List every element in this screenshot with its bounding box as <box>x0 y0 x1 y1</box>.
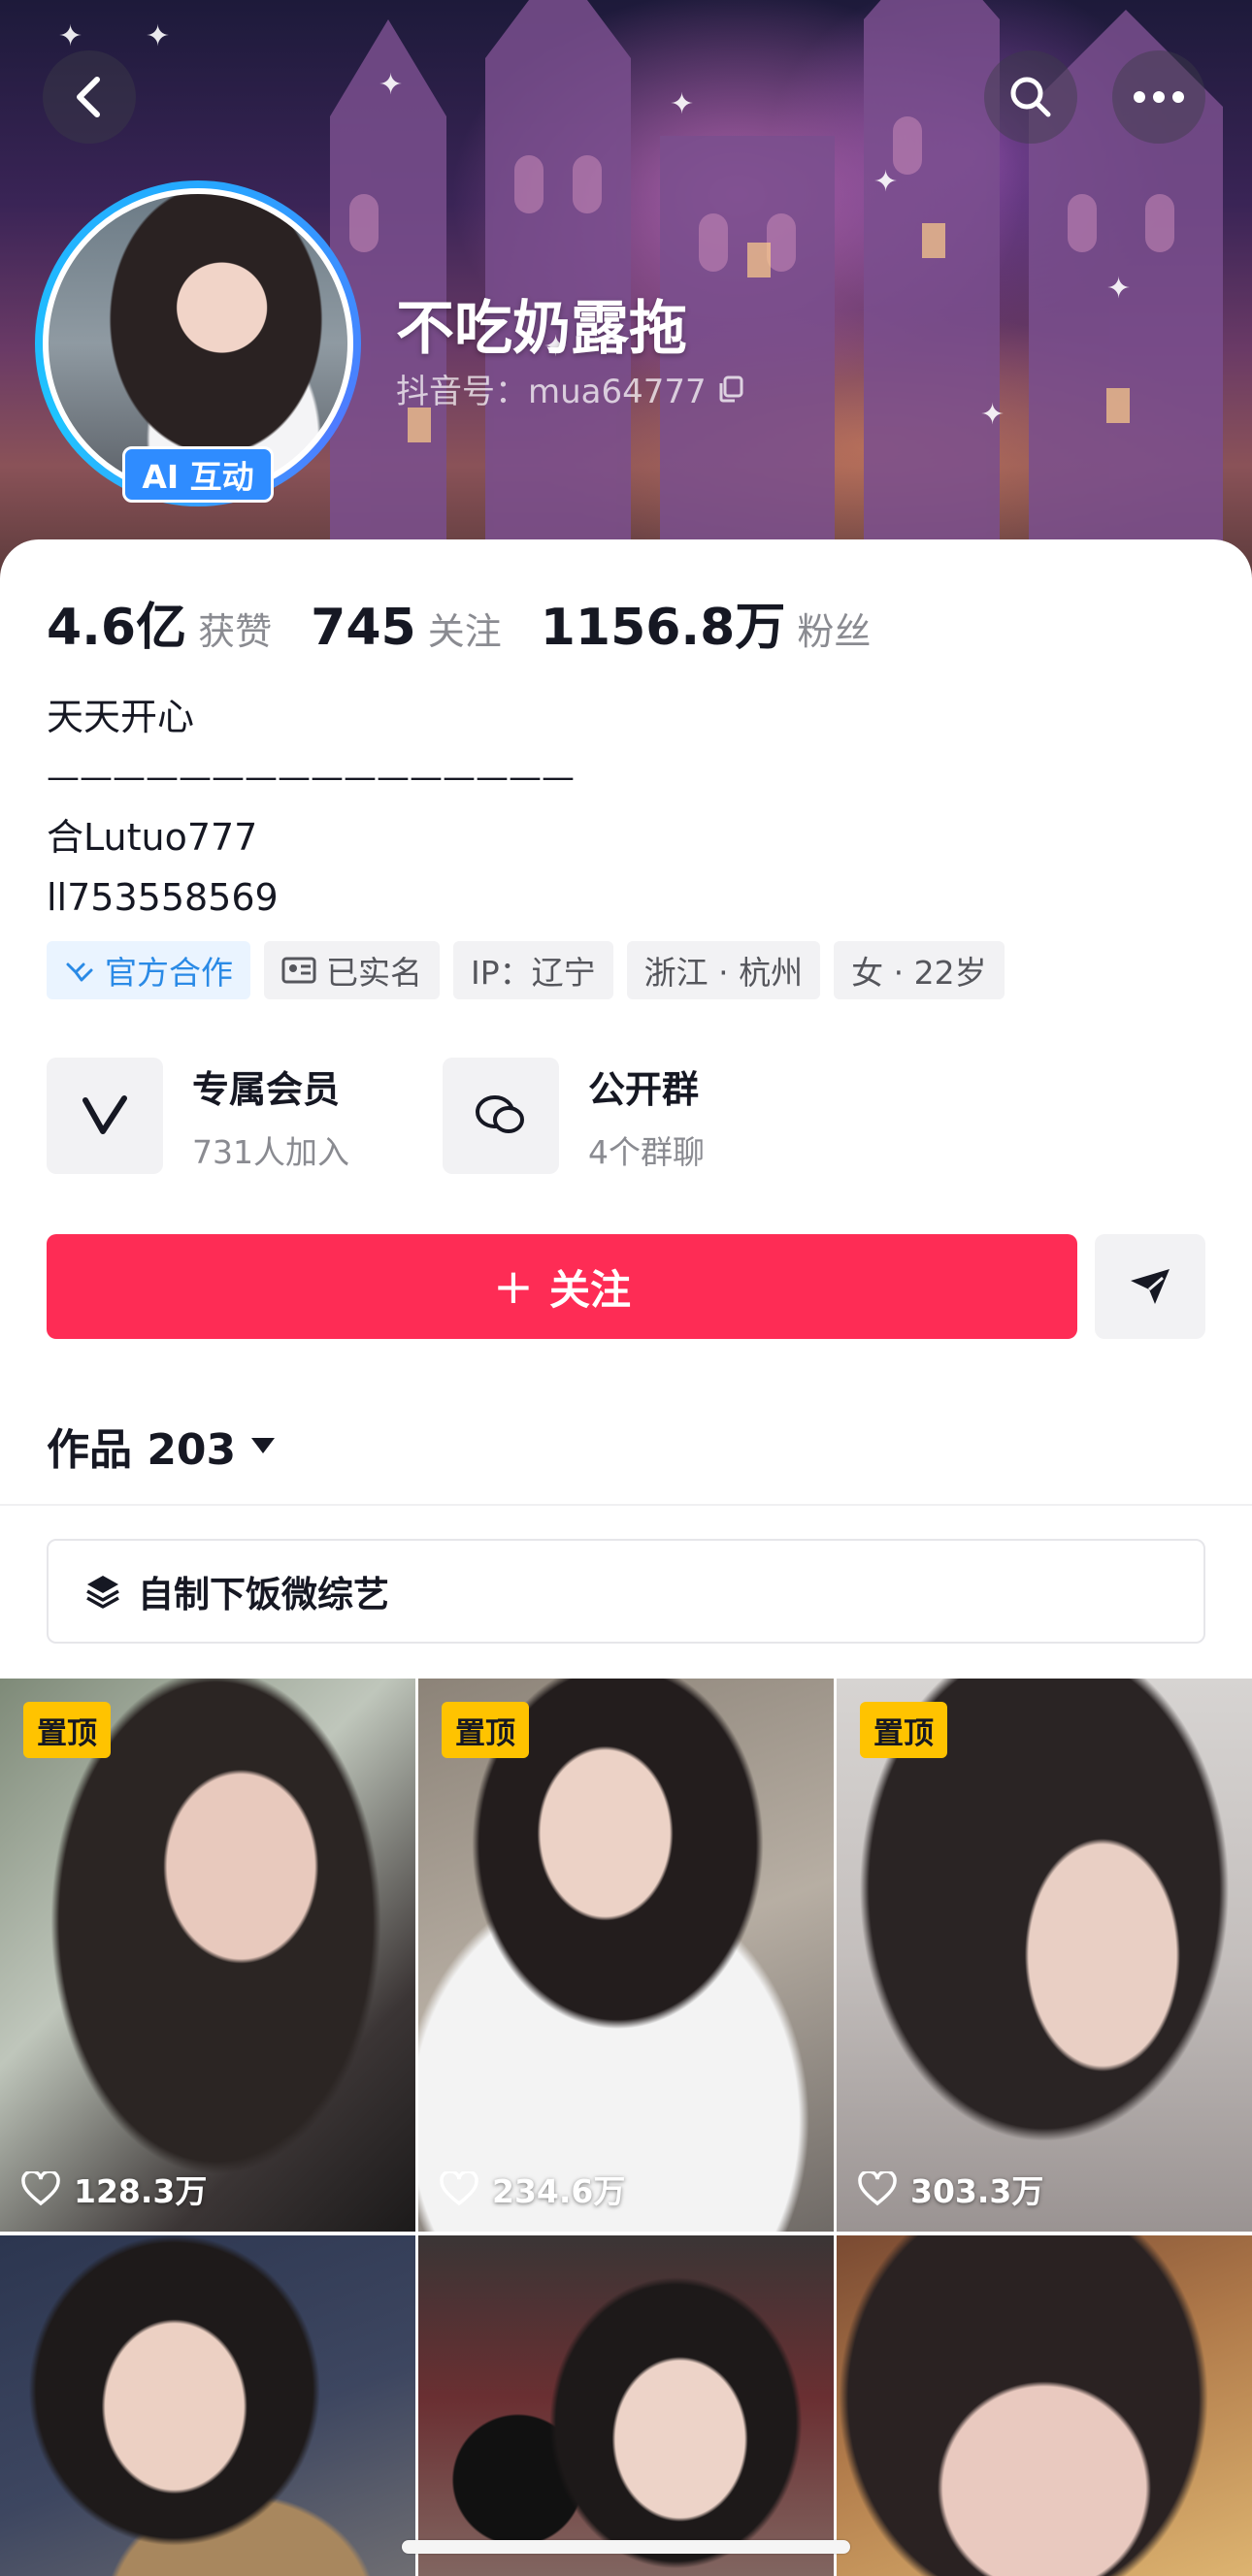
sparkle-decoration: ✦ <box>58 19 83 53</box>
stat-value: 745 <box>311 599 416 657</box>
profile-tags: 官方合作 已实名 IP：辽宁 浙江 · 杭州 女 · 22岁 <box>47 941 1005 999</box>
ai-interaction-badge[interactable]: AI 互动 <box>122 446 274 503</box>
entry-subtitle: 4个群聊 <box>588 1132 705 1171</box>
pinned-badge: 置顶 <box>860 1702 947 1758</box>
plus-icon: + <box>493 1258 534 1315</box>
collection-entry[interactable]: 自制下饭微综艺 <box>47 1539 1205 1644</box>
heart-icon <box>440 2171 478 2206</box>
profile-entries: 专属会员 731人加入 公开群 4个群聊 <box>47 1058 839 1174</box>
follow-label: 关注 <box>548 1265 631 1314</box>
video-thumbnail[interactable] <box>0 2235 415 2576</box>
home-indicator[interactable] <box>402 2540 850 2554</box>
video-thumbnail[interactable]: 置顶 303.3万 <box>837 1679 1252 2232</box>
sparkle-decoration: ✦ <box>873 165 899 199</box>
likes-count: 234.6万 <box>492 2172 626 2210</box>
stat-label: 粉丝 <box>797 610 872 653</box>
public-group-entry[interactable]: 公开群 4个群聊 <box>443 1058 839 1174</box>
handshake-icon <box>66 962 93 982</box>
tag-label: 官方合作 <box>105 954 233 992</box>
video-thumbnail[interactable] <box>837 2235 1252 2576</box>
chat-bubbles-icon <box>476 1095 524 1133</box>
stat-label: 关注 <box>427 610 502 653</box>
more-button[interactable] <box>1112 50 1205 144</box>
section-divider <box>0 1504 1252 1506</box>
official-partner-tag[interactable]: 官方合作 <box>47 941 250 999</box>
sparkle-decoration: ✦ <box>980 398 1005 432</box>
layers-icon <box>86 1576 119 1609</box>
douyin-id[interactable]: 抖音号：mua64777 <box>396 365 745 412</box>
stat-label: 获赞 <box>198 610 273 653</box>
tag-label: IP：辽宁 <box>471 954 596 992</box>
sparkle-decoration: ✦ <box>379 68 404 102</box>
search-icon <box>1010 77 1051 117</box>
id-card-icon <box>281 957 316 984</box>
stat-value: 4.6亿 <box>47 599 187 657</box>
tag-label: 女 · 22岁 <box>851 954 987 992</box>
more-dots-icon <box>1134 91 1184 103</box>
group-icon-box <box>443 1058 559 1174</box>
stat-likes[interactable]: 4.6亿 获赞 <box>47 586 272 659</box>
follow-button[interactable]: + 关注 <box>47 1234 1077 1339</box>
send-icon <box>1131 1269 1170 1304</box>
entry-title: 公开群 <box>588 1067 700 1111</box>
stat-followers[interactable]: 1156.8万 粉丝 <box>541 586 872 659</box>
video-likes: 234.6万 <box>440 2166 625 2212</box>
bio-line: ll753558569 <box>47 876 279 919</box>
membership-icon-box <box>47 1058 163 1174</box>
video-likes: 303.3万 <box>858 2166 1043 2212</box>
pinned-badge: 置顶 <box>442 1702 529 1758</box>
ip-tag: IP：辽宁 <box>453 941 613 999</box>
collection-label: 自制下饭微综艺 <box>138 1574 389 1615</box>
works-tab-header[interactable]: 作品 203 <box>47 1415 277 1477</box>
video-likes: 128.3万 <box>21 2166 207 2212</box>
video-thumbnail[interactable]: 置顶 128.3万 <box>0 1679 415 2232</box>
douyin-id-text: 抖音号：mua64777 <box>396 373 707 411</box>
v-logo-icon <box>82 1095 127 1134</box>
entry-subtitle: 731人加入 <box>192 1132 349 1171</box>
chevron-left-icon <box>77 77 100 117</box>
heart-icon <box>21 2171 60 2206</box>
profile-info-sheet: 4.6亿 获赞 745 关注 1156.8万 粉丝 天天开心 —————————… <box>0 539 1252 2576</box>
entry-title: 专属会员 <box>192 1067 341 1111</box>
profile-bio: 天天开心 ———————————————— 合Lutuo777 ll753558… <box>47 687 575 928</box>
likes-count: 303.3万 <box>910 2172 1044 2210</box>
pinned-badge: 置顶 <box>23 1702 111 1758</box>
stat-value: 1156.8万 <box>540 599 786 657</box>
exclusive-membership-entry[interactable]: 专属会员 731人加入 <box>47 1058 443 1174</box>
tag-label: 已实名 <box>326 954 422 992</box>
heart-icon <box>858 2171 897 2206</box>
search-button[interactable] <box>984 50 1077 144</box>
bio-line: 天天开心 <box>47 696 195 738</box>
verified-tag[interactable]: 已实名 <box>264 941 440 999</box>
video-thumbnail[interactable] <box>418 2235 834 2576</box>
sparkle-decoration: ✦ <box>670 87 695 121</box>
profile-nickname: 不吃奶露拖 <box>396 295 687 363</box>
back-button[interactable] <box>43 50 136 144</box>
stat-following[interactable]: 745 关注 <box>311 599 502 657</box>
profile-stats: 4.6亿 获赞 745 关注 1156.8万 粉丝 <box>47 586 909 659</box>
profile-banner: ✦ ✦ ✦ ✦ ✦ ✦ ✦ ✦ AI 互动 不吃奶露拖 抖音号：mua64777 <box>0 0 1252 582</box>
sparkle-decoration: ✦ <box>146 19 171 53</box>
location-tag: 浙江 · 杭州 <box>626 941 821 999</box>
gender-age-tag: 女 · 22岁 <box>834 941 1005 999</box>
tag-label: 浙江 · 杭州 <box>643 954 804 992</box>
copy-icon[interactable] <box>716 375 745 404</box>
bio-separator: ———————————————— <box>47 758 575 797</box>
works-title: 作品 203 <box>47 1425 237 1475</box>
caret-down-icon <box>251 1438 276 1453</box>
likes-count: 128.3万 <box>74 2172 208 2210</box>
message-button[interactable] <box>1095 1234 1205 1339</box>
video-thumbnail[interactable]: 置顶 234.6万 <box>418 1679 834 2232</box>
sparkle-decoration: ✦ <box>1106 272 1132 306</box>
bio-line: 合Lutuo777 <box>47 816 258 859</box>
